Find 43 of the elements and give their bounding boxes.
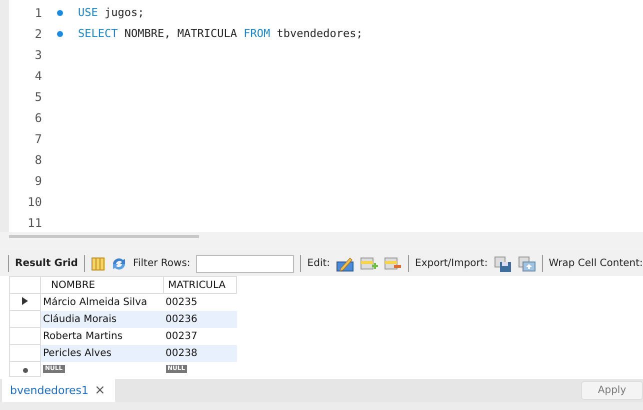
- line-number: 1: [34, 6, 42, 20]
- current-row-icon: [22, 296, 28, 304]
- table-cell: Roberta Martins: [40, 328, 164, 344]
- filter-label: Filter Rows:: [132, 258, 190, 269]
- result-tab[interactable]: bvendedores1 ×: [2, 379, 116, 402]
- line-number: 11: [26, 216, 42, 230]
- column-header[interactable]: MATRICULA: [164, 276, 236, 294]
- table-cell: 00238: [164, 344, 236, 362]
- line-number: 3: [34, 48, 42, 62]
- row-header[interactable]: [10, 362, 40, 376]
- line-number: 9: [34, 174, 42, 188]
- table-cell: Márcio Almeida Silva: [40, 294, 164, 310]
- close-icon[interactable]: ×: [94, 383, 106, 398]
- table-cell: 00235: [164, 294, 236, 310]
- delete-row-icon[interactable]: [384, 256, 402, 272]
- line-number: 8: [34, 152, 42, 166]
- line-number: 5: [34, 90, 42, 104]
- edit-label: Edit:: [307, 258, 330, 269]
- line-number: 7: [34, 132, 42, 146]
- row-header[interactable]: [10, 294, 40, 310]
- refresh-icon[interactable]: [110, 256, 127, 270]
- save-icon[interactable]: [494, 256, 512, 272]
- line-number: 2: [34, 26, 42, 40]
- table-cell: Cláudia Morais: [40, 310, 164, 328]
- result-grid-button[interactable]: Result Grid: [15, 258, 78, 269]
- new-row-icon: [22, 368, 28, 373]
- table-cell: 00237: [164, 328, 236, 344]
- add-row-icon[interactable]: [360, 256, 378, 272]
- import-icon[interactable]: [518, 256, 536, 272]
- table-cell: 00236: [164, 310, 236, 328]
- columns-icon[interactable]: [90, 256, 105, 270]
- code-line: USE jugos;: [78, 6, 144, 19]
- wrap-cell-content-label: Wrap Cell Content:: [548, 258, 643, 269]
- filter-rows-field[interactable]: [196, 254, 294, 272]
- export-import-label: Export/Import:: [415, 258, 488, 269]
- line-number: 4: [34, 68, 42, 82]
- line-number: 10: [26, 194, 42, 208]
- line-number: 6: [34, 110, 42, 124]
- scrollbar[interactable]: [9, 235, 199, 238]
- column-header[interactable]: NOMBRE: [40, 276, 164, 294]
- table-cell: Pericles Alves: [40, 344, 164, 362]
- pencil-icon[interactable]: [336, 256, 354, 272]
- code-line: SELECT NOMBRE, MATRICULA FROM tbvendedores;: [78, 27, 363, 40]
